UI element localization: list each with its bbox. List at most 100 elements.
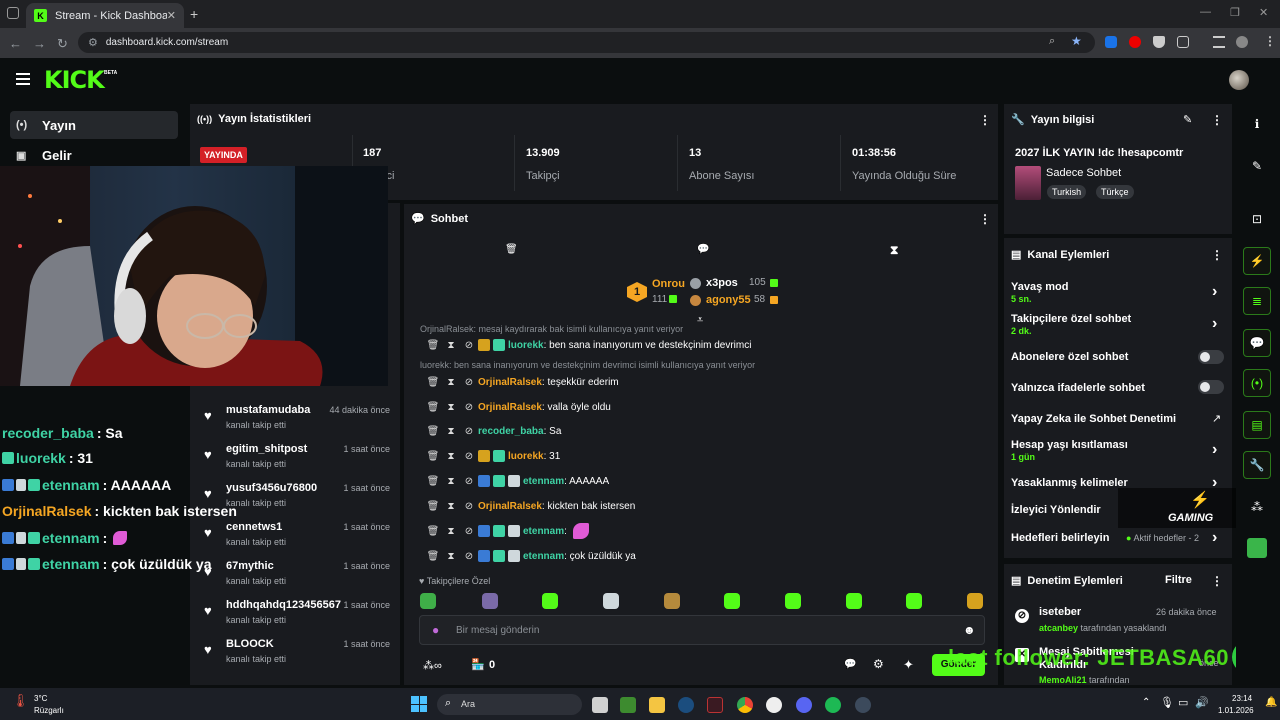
info-icon[interactable]: ℹ xyxy=(1243,110,1271,138)
timeout-icon[interactable]: ⧗ xyxy=(442,476,460,487)
timeout-icon[interactable]: ⧗ xyxy=(442,501,460,512)
chat-menu-icon[interactable]: ⋮ xyxy=(979,212,991,226)
follower-name[interactable]: BLOOCK xyxy=(226,638,274,650)
ban-user-icon[interactable]: ⊘ xyxy=(460,402,478,413)
mod-icon[interactable]: ✦ xyxy=(903,657,914,673)
external-link-icon[interactable]: ↗ xyxy=(1212,412,1221,425)
chat-message[interactable]: 🗑 ⧗ ⊘ etennam: çok üzüldük ya xyxy=(424,547,636,565)
chat-rail-icon[interactable]: 💬 xyxy=(1243,329,1271,357)
weather-icon[interactable]: 🌡 xyxy=(12,693,29,709)
start-button[interactable] xyxy=(411,696,427,712)
tab-search-button[interactable] xyxy=(7,7,19,19)
app-icon[interactable] xyxy=(707,697,723,713)
notification-icon[interactable]: 🔔 xyxy=(1265,697,1277,708)
network-icon[interactable]: ▭ xyxy=(1178,696,1188,709)
timeout-icon[interactable]: ⧗ xyxy=(442,377,460,388)
pencil-icon[interactable]: ✎ xyxy=(1243,152,1271,180)
chevron-right-icon[interactable]: › xyxy=(1212,441,1217,459)
url-bar[interactable]: ⚙ dashboard.kick.com/stream ⌕ ★ xyxy=(78,32,1095,53)
delete-message-icon[interactable]: 🗑 xyxy=(424,526,442,537)
emote-icon[interactable] xyxy=(967,593,983,609)
apps-icon[interactable]: ⁂ xyxy=(1243,493,1271,521)
delete-message-icon[interactable]: 🗑 xyxy=(424,340,442,351)
chat-input[interactable]: ● Bir mesaj gönderin ☻ xyxy=(419,615,985,645)
banned-words-label[interactable]: Yasaklanmış kelimeler xyxy=(1011,477,1128,489)
file-explorer-icon[interactable] xyxy=(649,697,665,713)
chrome-icon[interactable] xyxy=(737,697,753,713)
ban-user-icon[interactable]: ⊘ xyxy=(460,526,478,537)
viewer-redirect-label[interactable]: İzleyici Yönlendir xyxy=(1011,504,1101,516)
follower-name[interactable]: 67mythic xyxy=(226,560,274,572)
chat-username[interactable]: recoder_baba xyxy=(478,426,544,437)
chat-username[interactable]: OrjinalRalsek xyxy=(478,377,542,388)
chat-bubble-action-icon[interactable]: 💬 xyxy=(844,659,856,670)
wrench-rail-icon[interactable]: 🔧 xyxy=(1243,451,1271,479)
follower-name[interactable]: hddhqahdq123456567 xyxy=(226,599,341,611)
site-info-icon[interactable]: ⚙ xyxy=(88,36,98,49)
emote-icon[interactable] xyxy=(846,593,862,609)
settings-gear-icon[interactable]: ⚙ xyxy=(873,657,884,671)
chat-message[interactable]: 🗑 ⧗ ⊘ etennam: AAAAAA xyxy=(424,472,609,490)
clock-date[interactable]: 1.01.2026 xyxy=(1218,706,1254,715)
trash-tab-icon[interactable]: 🗑 xyxy=(505,244,518,255)
timeout-icon[interactable]: ⧗ xyxy=(442,402,460,413)
ban-user-icon[interactable]: ⊘ xyxy=(460,451,478,462)
emote-icon[interactable] xyxy=(906,593,922,609)
tag-turkish[interactable]: Turkish xyxy=(1047,185,1087,199)
bookmark-star-icon[interactable]: ★ xyxy=(1071,34,1082,48)
github-icon[interactable] xyxy=(766,697,782,713)
emote-icon[interactable] xyxy=(420,593,436,609)
ban-user-icon[interactable]: ⊘ xyxy=(460,426,478,437)
emote-icon[interactable] xyxy=(603,593,619,609)
obs-icon[interactable] xyxy=(855,697,871,713)
microphone-tray-icon[interactable]: 🎙 xyxy=(1160,696,1174,709)
hourglass-tab-icon[interactable]: ⧗ xyxy=(890,243,898,258)
chat-message[interactable]: 🗑 ⧗ ⊘ OrjinalRalsek: teşekkür ederim xyxy=(424,373,619,391)
emote-icon[interactable] xyxy=(664,593,680,609)
timeout-icon[interactable]: ⧗ xyxy=(442,451,460,462)
timeout-icon[interactable]: ⧗ xyxy=(442,526,460,537)
emote-icon[interactable] xyxy=(785,593,801,609)
volume-icon[interactable]: 🔊 xyxy=(1195,696,1209,709)
close-window-button[interactable]: ✕ xyxy=(1259,6,1268,19)
spotify-icon[interactable] xyxy=(825,697,841,713)
subs-chat-toggle[interactable] xyxy=(1198,350,1224,364)
minecraft-icon[interactable] xyxy=(620,697,636,713)
delete-message-icon[interactable]: 🗑 xyxy=(424,426,442,437)
chevron-right-icon[interactable]: › xyxy=(1212,283,1217,301)
emote-icon[interactable] xyxy=(724,593,740,609)
chevron-right-icon[interactable]: › xyxy=(1212,315,1217,333)
layout-icon[interactable]: ▤ xyxy=(1243,411,1271,439)
mod-actions-menu-icon[interactable]: ⋮ xyxy=(1211,574,1223,588)
shield-extension-icon[interactable] xyxy=(1153,36,1165,48)
chat-message[interactable]: 🗑 ⧗ ⊘ OrjinalRalsek: kickten bak istersen xyxy=(424,497,636,515)
list-icon[interactable]: ≣ xyxy=(1243,287,1271,315)
forward-button[interactable]: → xyxy=(33,36,46,51)
extension-rail-icon[interactable] xyxy=(1243,534,1271,562)
goals-label[interactable]: Hedefleri belirleyin xyxy=(1011,532,1109,544)
leaderboard-third-name[interactable]: agony55 xyxy=(706,294,751,306)
chat-message[interactable]: 🗑 ⧗ ⊘ luorekk: 31 xyxy=(424,447,560,465)
chat-message[interactable]: 🗑 ⧗ ⊘ recoder_baba: Sa xyxy=(424,422,562,440)
puzzle-extension-icon[interactable] xyxy=(1177,36,1189,48)
reading-list-icon[interactable] xyxy=(1213,36,1225,48)
chat-username[interactable]: luorekk xyxy=(508,451,544,462)
close-tab-icon[interactable]: ✕ xyxy=(167,9,176,22)
chevron-right-icon[interactable]: › xyxy=(1212,529,1217,547)
browser-tab-active[interactable]: K Stream - Kick Dashboard ✕ xyxy=(26,3,184,28)
new-tab-button[interactable]: + xyxy=(190,6,198,22)
ban-user-icon[interactable]: ⊘ xyxy=(460,551,478,562)
ban-user-icon[interactable]: ⊘ xyxy=(460,501,478,512)
ai-moderation-label[interactable]: Yapay Zeka ile Sohbet Denetimi xyxy=(1011,413,1176,425)
delete-message-icon[interactable]: 🗑 xyxy=(424,377,442,388)
emote-icon[interactable] xyxy=(542,593,558,609)
timeout-icon[interactable]: ⧗ xyxy=(442,426,460,437)
youtube-extension-icon[interactable] xyxy=(1129,36,1141,48)
emoji-icon[interactable]: ☻ xyxy=(963,623,976,637)
sidebar-item-stream[interactable]: (•) Yayın xyxy=(10,111,178,139)
expand-chevron-icon[interactable]: ⩡ xyxy=(697,314,703,327)
lightning-icon[interactable]: ⚡ xyxy=(1243,247,1271,275)
slow-mode-label[interactable]: Yavaş mod xyxy=(1011,281,1068,293)
age-restriction-label[interactable]: Hesap yaşı kısıtlaması xyxy=(1011,439,1128,451)
chat-message[interactable]: 🗑 ⧗ ⊘ OrjinalRalsek: valla öyle oldu xyxy=(424,398,611,416)
